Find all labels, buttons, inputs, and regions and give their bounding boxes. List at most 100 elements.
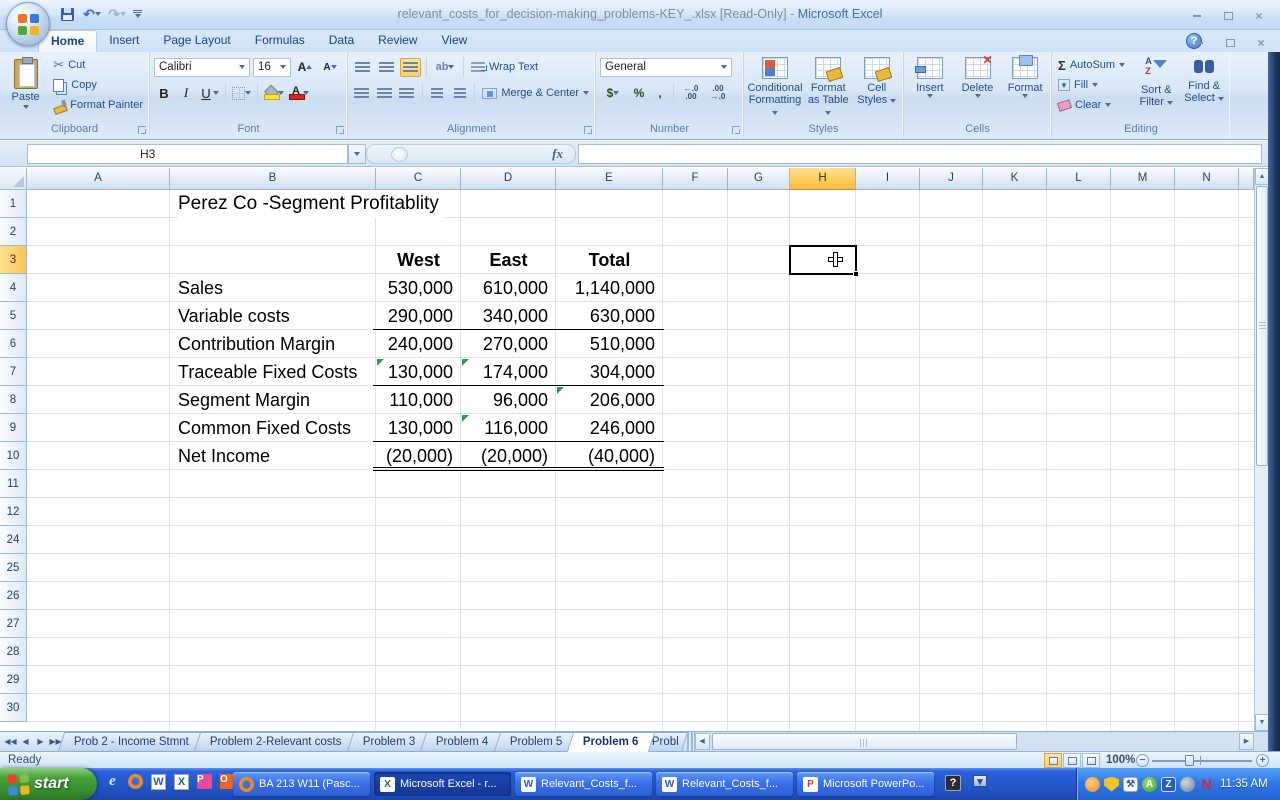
page-layout-view-button[interactable] (1063, 753, 1081, 768)
row-header-5[interactable]: 5 (0, 302, 27, 330)
column-header-h[interactable]: H (790, 168, 856, 190)
row-header-28[interactable]: 28 (0, 638, 27, 666)
zoom-slider-track[interactable] (1152, 760, 1252, 762)
zoom-slider-thumb[interactable] (1185, 755, 1194, 766)
next-sheet-button[interactable]: ▶ (34, 735, 47, 748)
font-color-button[interactable]: A (288, 85, 310, 101)
dialog-launcher-icon[interactable] (732, 126, 740, 134)
previous-sheet-button[interactable]: ◀ (19, 735, 32, 748)
close-button[interactable]: × (1248, 8, 1270, 23)
autosum-button[interactable]: ΣAutoSum (1056, 55, 1130, 75)
tab-review[interactable]: Review (366, 30, 429, 52)
delete-cells-button[interactable]: Delete (956, 55, 1000, 122)
cell-label[interactable]: Sales (178, 274, 223, 302)
tab-formulas[interactable]: Formulas (243, 30, 317, 52)
insert-cells-button[interactable]: Insert (908, 55, 952, 122)
horizontal-scroll-thumb[interactable] (712, 733, 1017, 750)
office-button[interactable] (6, 2, 50, 46)
cell-value[interactable]: 96,000 (461, 386, 548, 414)
tab-data[interactable]: Data (317, 30, 366, 52)
align-center-button[interactable] (375, 84, 395, 103)
column-header-n[interactable]: N (1175, 168, 1239, 190)
sheet-tab-problem-3[interactable]: Problem 3 (346, 732, 431, 752)
cell-value[interactable]: 130,000 (376, 414, 453, 442)
column-header-i[interactable]: I (856, 168, 920, 190)
page-break-view-button[interactable] (1082, 753, 1100, 768)
cell-value[interactable]: 340,000 (461, 302, 548, 330)
cell-value[interactable]: 530,000 (376, 274, 453, 302)
workbook-restore-button[interactable] (1219, 35, 1241, 50)
horizontal-scrollbar[interactable]: ◀ ▶ (694, 732, 1268, 752)
cell-value[interactable]: 130,000 (376, 358, 453, 386)
taskbar-button-3[interactable]: WRelevant_Costs_f... (515, 772, 652, 796)
orientation-button[interactable]: ab (432, 58, 458, 77)
messenger-tray-icon[interactable] (1085, 777, 1100, 792)
cell-header-east[interactable]: East (461, 246, 556, 274)
row-header-8[interactable]: 8 (0, 386, 27, 414)
scroll-down-button[interactable]: ▼ (1255, 714, 1269, 731)
sheet-tab-problem-6[interactable]: Problem 6 (567, 732, 655, 752)
taskbar-button-5[interactable]: PMicrosoft PowerPo... (797, 772, 934, 796)
sheet-tab-problem-4[interactable]: Problem 4 (420, 732, 505, 752)
scroll-up-button[interactable]: ▲ (1255, 168, 1269, 185)
middle-align-button[interactable] (376, 58, 397, 77)
paste-button[interactable]: Paste (4, 55, 47, 122)
sheet-tab-problem-5[interactable]: Problem 5 (493, 732, 578, 752)
format-as-table-button[interactable]: Format as Table (806, 55, 851, 122)
row-header-30[interactable]: 30 (0, 694, 27, 722)
format-painter-button[interactable]: Format Painter (51, 95, 145, 115)
bottom-align-button[interactable] (400, 58, 421, 77)
cell-value[interactable]: 290,000 (376, 302, 453, 330)
word-icon[interactable]: W (150, 773, 167, 790)
dialog-launcher-icon[interactable] (138, 126, 146, 134)
percent-style-button[interactable]: % (629, 84, 649, 103)
n-app-tray-icon[interactable]: N (1199, 777, 1214, 792)
grow-font-button[interactable]: A (294, 58, 316, 77)
tab-page-layout[interactable]: Page Layout (151, 30, 242, 52)
column-header-j[interactable]: J (920, 168, 983, 190)
increase-decimal-button[interactable]: ←.0.00 (679, 84, 703, 103)
align-right-button[interactable] (397, 84, 417, 103)
cell-value[interactable]: 110,000 (376, 386, 453, 414)
cell-label[interactable]: Variable costs (178, 302, 290, 330)
top-align-button[interactable] (352, 58, 373, 77)
hidden-icons-button[interactable]: ▾ (973, 775, 987, 787)
bold-button[interactable]: B (154, 85, 174, 102)
format-cells-button[interactable]: Format (1003, 55, 1047, 122)
firefox-icon[interactable] (127, 773, 144, 790)
column-header-g[interactable]: G (728, 168, 790, 190)
scroll-right-button[interactable]: ▶ (1239, 733, 1254, 750)
cell-label[interactable]: Segment Margin (178, 386, 310, 414)
tools-tray-icon[interactable]: ⚒ (1123, 777, 1138, 792)
cell-value[interactable]: 1,140,000 (556, 274, 655, 302)
cell-value[interactable]: (20,000) (461, 442, 548, 470)
cell-header-west[interactable]: West (376, 246, 461, 274)
excel-icon[interactable]: X (173, 773, 190, 790)
column-header-c[interactable]: C (376, 168, 461, 190)
decrease-decimal-button[interactable]: .00→.0 (706, 84, 730, 103)
fill-color-button[interactable] (263, 85, 285, 101)
network-tray-icon[interactable] (1180, 777, 1195, 792)
font-size-combo[interactable]: 16 (253, 58, 291, 77)
row-header-3[interactable]: 3 (0, 246, 27, 274)
name-box-dropdown[interactable] (348, 144, 366, 164)
row-header-2[interactable]: 2 (0, 218, 27, 246)
cell-label[interactable]: Contribution Margin (178, 330, 335, 358)
start-button[interactable]: start (0, 768, 97, 800)
select-all-corner[interactable] (0, 168, 27, 190)
zoom-out-button[interactable]: − (1136, 754, 1149, 767)
comma-style-button[interactable]: , (652, 84, 668, 103)
fill-button[interactable]: ▼Fill (1056, 75, 1130, 95)
row-header-24[interactable]: 24 (0, 526, 27, 554)
cell-header-total[interactable]: Total (556, 246, 663, 274)
row-header-11[interactable]: 11 (0, 470, 27, 498)
formula-input[interactable] (578, 144, 1262, 164)
tab-split-handle[interactable] (687, 732, 694, 752)
copy-button[interactable]: Copy (51, 75, 145, 95)
sort-filter-button[interactable]: AZ Sort & Filter (1134, 55, 1178, 122)
vertical-scrollbar[interactable]: ▲ ▼ (1254, 168, 1268, 731)
column-header-e[interactable]: E (556, 168, 663, 190)
zoom-in-button[interactable]: + (1256, 754, 1269, 767)
column-header-k[interactable]: K (983, 168, 1047, 190)
align-left-button[interactable] (352, 84, 372, 103)
